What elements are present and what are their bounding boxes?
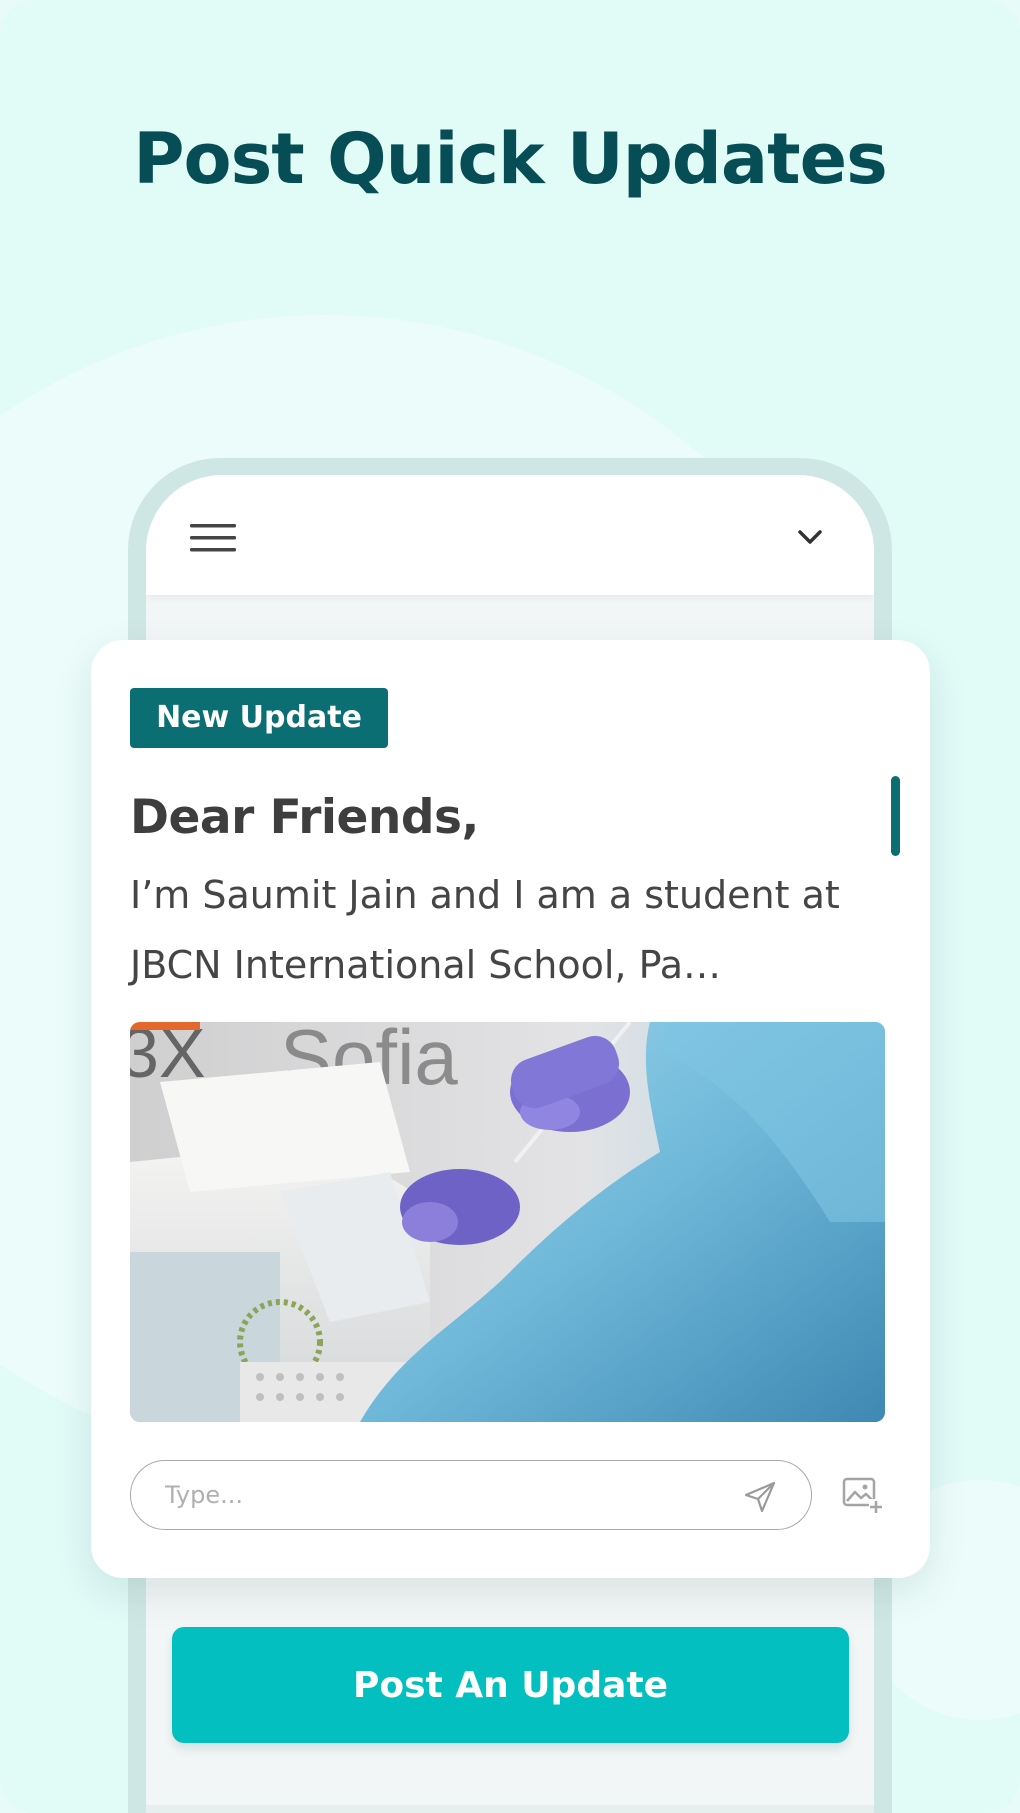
post-update-button[interactable]: Post An Update <box>172 1627 849 1743</box>
hamburger-menu-icon[interactable] <box>190 523 236 553</box>
covid-test-photo: 3X Sofia <box>130 1022 885 1422</box>
chevron-down-icon[interactable] <box>796 527 824 547</box>
message-input[interactable] <box>165 1473 725 1517</box>
app-header <box>146 475 874 595</box>
phone-bottom-strip <box>146 1805 874 1813</box>
update-greeting: Dear Friends, <box>130 790 479 845</box>
update-message: I’m Saumit Jain and I am a student at JB… <box>130 873 840 987</box>
new-update-badge: New Update <box>130 688 388 748</box>
scroll-indicator[interactable] <box>891 776 900 856</box>
image-add-icon[interactable] <box>842 1476 884 1516</box>
send-icon[interactable] <box>743 1480 777 1514</box>
update-card: New Update Dear Friends, I’m Saumit Jain… <box>91 640 930 1578</box>
page-title: Post Quick Updates <box>133 118 888 200</box>
message-composer[interactable] <box>130 1460 812 1530</box>
